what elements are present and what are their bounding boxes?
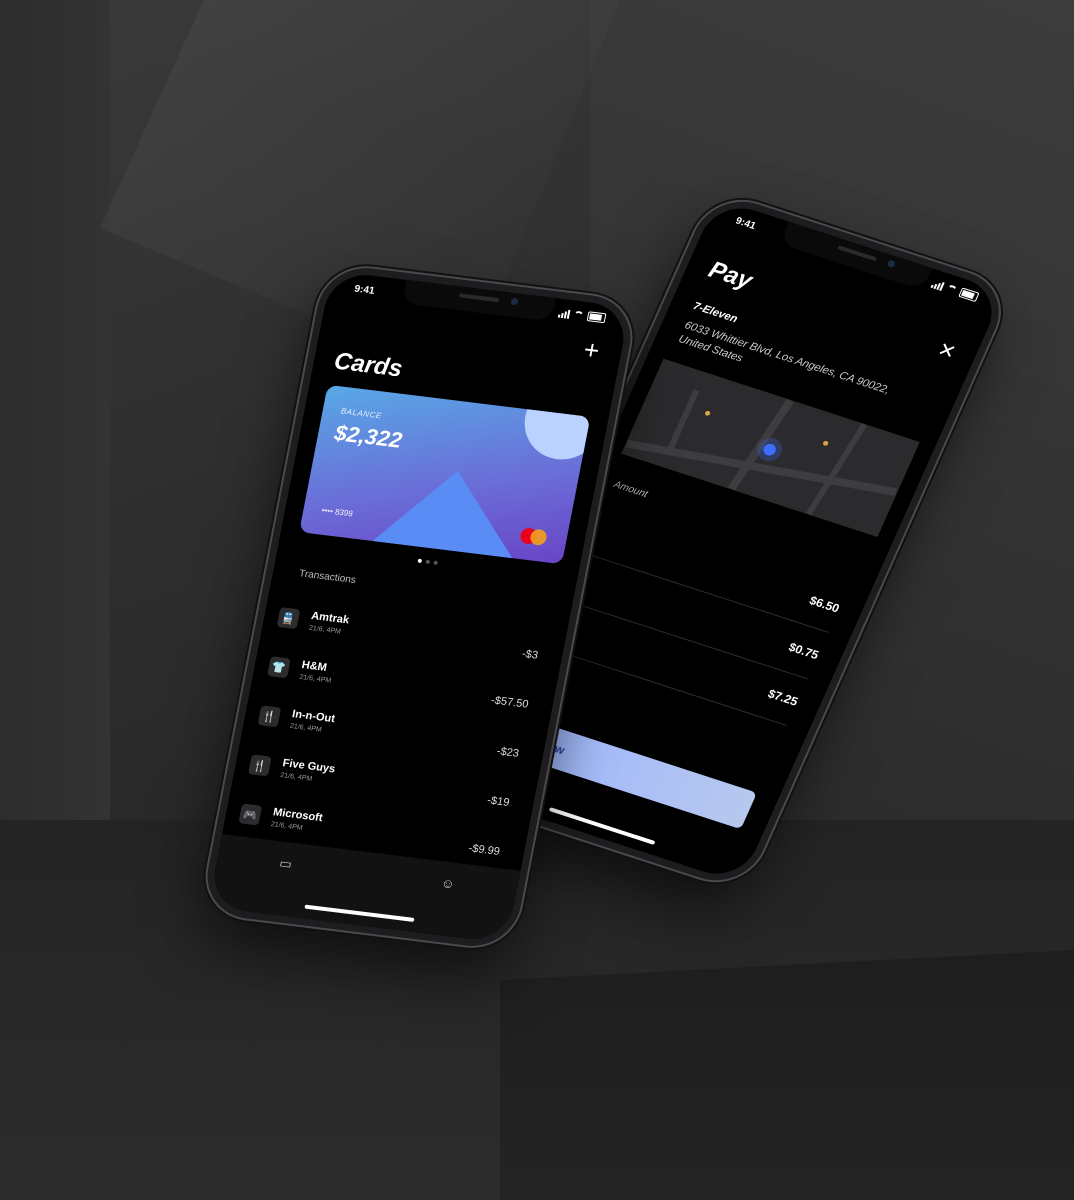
train-icon: 🚆 bbox=[276, 607, 301, 630]
amount-value: $6.50 bbox=[807, 593, 842, 616]
card-triangle-decoration bbox=[370, 462, 530, 561]
map-poi bbox=[704, 410, 712, 417]
transaction-date: 21/6, 4PM bbox=[298, 673, 332, 685]
transaction-name: In-n-Out bbox=[291, 708, 336, 726]
speaker bbox=[837, 245, 878, 262]
transaction-amount: -$23 bbox=[495, 745, 520, 760]
backdrop-pillar bbox=[0, 0, 110, 910]
signal-icon bbox=[930, 279, 945, 291]
wifi-icon bbox=[572, 310, 585, 320]
battery-icon bbox=[586, 311, 607, 324]
map-poi bbox=[822, 440, 830, 447]
shirt-icon: 👕 bbox=[267, 656, 291, 679]
signal-icon bbox=[557, 308, 571, 319]
page-title: Cards bbox=[331, 347, 405, 383]
mastercard-logo-icon bbox=[519, 527, 548, 547]
fork-knife-icon: 🍴 bbox=[248, 754, 272, 777]
gamepad-icon: 🎮 bbox=[238, 803, 263, 826]
camera bbox=[886, 259, 897, 269]
transaction-amount: -$19 bbox=[486, 794, 511, 809]
card-page-indicator[interactable] bbox=[417, 558, 439, 566]
status-icons bbox=[557, 308, 607, 324]
transaction-amount: -$9.99 bbox=[467, 842, 501, 858]
amount-label: Amount bbox=[611, 479, 650, 501]
transaction-name: H&M bbox=[300, 659, 328, 674]
home-indicator[interactable] bbox=[304, 904, 415, 922]
transaction-amount: -$3 bbox=[520, 647, 540, 662]
card-number: •••• 8398 bbox=[320, 505, 354, 519]
plus-icon[interactable]: + bbox=[581, 334, 602, 365]
transaction-date: 21/6, 4PM bbox=[289, 722, 323, 734]
close-icon[interactable]: ✕ bbox=[934, 337, 960, 365]
page-title: Pay bbox=[704, 256, 757, 295]
card-balance-label: BALANCE bbox=[340, 406, 383, 421]
camera bbox=[510, 297, 519, 306]
status-time: 9:41 bbox=[733, 215, 758, 232]
transactions-label: Transactions bbox=[298, 568, 357, 587]
fork-knife-icon: 🍴 bbox=[257, 705, 282, 728]
status-time: 9:41 bbox=[353, 283, 376, 297]
amount-value: $7.25 bbox=[765, 686, 801, 709]
smiley-icon[interactable]: ☺ bbox=[440, 875, 456, 891]
backdrop-step bbox=[500, 950, 1074, 1200]
transaction-amount: -$57.50 bbox=[490, 694, 530, 711]
page-dot[interactable] bbox=[417, 558, 423, 564]
map-road bbox=[727, 398, 794, 491]
wallet-icon[interactable]: ▭ bbox=[278, 855, 293, 872]
page-dot[interactable] bbox=[425, 559, 431, 565]
page-dot[interactable] bbox=[433, 560, 439, 566]
map-road bbox=[665, 389, 700, 456]
speaker bbox=[458, 293, 500, 303]
payment-card[interactable]: BALANCE $2,322 •••• 8398 bbox=[299, 384, 591, 565]
map-road bbox=[805, 423, 868, 516]
card-balance: $2,322 bbox=[332, 420, 405, 453]
wifi-icon bbox=[945, 283, 959, 295]
transaction-list: 🚆 Amtrak 21/6, 4PM -$3 👕 H&M 21/6, 4PM -… bbox=[236, 592, 554, 871]
amount-value: $0.75 bbox=[786, 639, 821, 663]
card-circle-decoration bbox=[517, 384, 591, 464]
battery-icon bbox=[958, 287, 980, 303]
transaction-date: 21/6, 4PM bbox=[308, 624, 342, 636]
status-icons bbox=[930, 278, 980, 303]
transaction-name: Amtrak bbox=[310, 610, 351, 627]
